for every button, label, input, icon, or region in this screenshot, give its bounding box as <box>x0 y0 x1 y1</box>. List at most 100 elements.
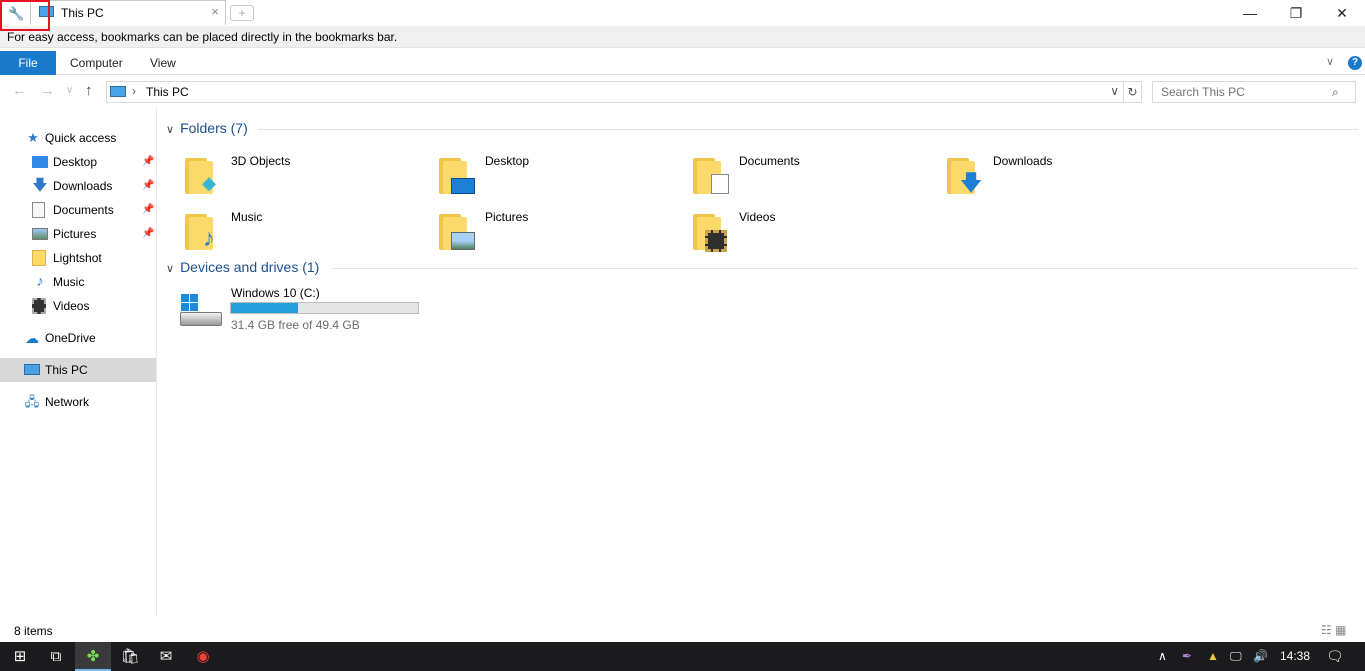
folder-name: Music <box>231 210 263 224</box>
address-bar[interactable]: › This PC ∨ <box>106 81 1124 103</box>
folders-group-header[interactable]: ∨ Folders (7) <box>166 120 248 142</box>
tools-button[interactable]: 🔧 <box>0 0 50 31</box>
folder-name: Pictures <box>485 210 529 224</box>
show-hidden-icons-icon[interactable]: ∧ <box>1158 642 1167 671</box>
folder-documents[interactable]: Documents <box>666 152 916 202</box>
sidebar-item-quick-access[interactable]: ★ Quick access <box>0 126 156 150</box>
bookmarks-bar-message: For easy access, bookmarks can be placed… <box>7 30 398 44</box>
back-arrow-icon[interactable]: ← <box>12 82 27 99</box>
drive-name: Windows 10 (C:) <box>231 286 320 300</box>
ribbon-tab-file[interactable]: File <box>0 51 56 75</box>
devices-group-header[interactable]: ∨ Devices and drives (1) <box>166 259 319 281</box>
pin-icon[interactable]: 📌 <box>142 150 154 174</box>
pin-icon[interactable]: 📌 <box>142 222 154 246</box>
star-icon: ★ <box>27 130 39 145</box>
restore-button[interactable]: ❐ <box>1273 0 1319 26</box>
sidebar-item-network[interactable]: 🖧 Network <box>0 390 156 414</box>
network-status-icon[interactable]: 🖵 <box>1230 642 1242 671</box>
windows-start-icon[interactable]: ⊞ <box>2 642 38 671</box>
notifications-icon[interactable]: 🗨 <box>1326 642 1344 671</box>
folder-3d-objects[interactable]: ◆ 3D Objects <box>158 152 408 202</box>
close-button[interactable]: ✕ <box>1319 0 1365 26</box>
search-icon[interactable]: ⌕ <box>1332 85 1339 100</box>
folder-desktop[interactable]: Desktop <box>412 152 662 202</box>
breadcrumb-separator: › <box>132 84 136 98</box>
folder-name: Downloads <box>993 154 1053 168</box>
forward-arrow-icon[interactable]: → <box>40 82 55 99</box>
breadcrumb-this-pc[interactable]: This PC <box>146 85 189 99</box>
tab-this-pc[interactable]: This PC × <box>30 0 226 25</box>
folder-name: Desktop <box>485 154 530 168</box>
tab-bar: This PC × 🔧 + — ❐ ✕ <box>0 0 1365 31</box>
pin-icon[interactable]: 📌 <box>142 198 154 222</box>
ribbon: File Computer View ∨ ? <box>0 51 1365 75</box>
folder-icon <box>439 158 475 194</box>
search-input[interactable] <box>1152 81 1356 103</box>
clock-time[interactable]: 14:38 <box>1280 642 1310 671</box>
sidebar-item-desktop[interactable]: Desktop 📌 <box>0 150 156 174</box>
group-divider <box>333 268 1358 269</box>
up-arrow-icon[interactable]: ↑ <box>85 82 93 99</box>
volume-icon[interactable]: 🔊 <box>1253 642 1268 671</box>
folder-pictures[interactable]: Pictures <box>412 208 662 258</box>
tab-close-icon[interactable]: × <box>211 4 219 19</box>
folders-group-title: Folders (7) <box>180 120 248 136</box>
sidebar-item-label: Videos <box>53 299 90 313</box>
folder-videos[interactable]: Videos <box>666 208 916 258</box>
sidebar-item-music[interactable]: ♪ Music <box>0 270 156 294</box>
folder-icon: 🡇 <box>947 158 982 194</box>
store-icon[interactable]: 🛍 <box>112 642 148 671</box>
pin-icon[interactable]: 📌 <box>142 174 154 198</box>
film-icon <box>32 298 46 314</box>
folder-downloads[interactable]: 🡇 Downloads <box>920 152 1170 202</box>
sidebar-item-lightshot[interactable]: Lightshot <box>0 246 156 270</box>
taskbar: ⊞ ⧉ ✤ 🛍 ✉ ◉ ∧ ✒ ▲ 🖵 🔊 14:38 🗨 <box>0 642 1365 671</box>
ribbon-expand-icon[interactable]: ∨ <box>1326 55 1334 68</box>
computer-icon <box>24 364 40 375</box>
minimize-button[interactable]: — <box>1227 0 1273 26</box>
computer-icon <box>110 86 126 97</box>
clover-app-icon[interactable]: ✤ <box>75 642 111 671</box>
chevron-down-icon[interactable]: ∨ <box>1110 84 1119 98</box>
pictures-icon <box>32 228 48 240</box>
status-bar: 8 items ☷ ▦ <box>0 620 1365 642</box>
drive-c[interactable]: Windows 10 (C:) 31.4 GB free of 49.4 GB <box>178 286 438 336</box>
feather-icon[interactable]: ✒ <box>1182 642 1192 671</box>
cube-icon: ◆ <box>202 173 216 193</box>
ribbon-tab-view[interactable]: View <box>150 51 176 75</box>
folder-music[interactable]: ♪ Music <box>158 208 408 258</box>
sidebar-item-documents[interactable]: Documents 📌 <box>0 198 156 222</box>
folder-icon: ◆ <box>185 158 216 194</box>
help-icon[interactable]: ? <box>1348 56 1362 70</box>
folder-icon <box>32 250 46 266</box>
folder-name: 3D Objects <box>231 154 291 168</box>
ribbon-tab-computer[interactable]: Computer <box>70 51 123 75</box>
sidebar-item-downloads[interactable]: 🡇 Downloads 📌 <box>0 174 156 198</box>
download-arrow-icon: 🡇 <box>959 170 983 195</box>
chrome-icon[interactable]: ◉ <box>185 642 221 671</box>
chevron-down-icon: ∨ <box>166 124 175 136</box>
devices-group-title: Devices and drives (1) <box>180 259 320 275</box>
download-arrow-icon: 🡇 <box>32 177 48 194</box>
new-tab-button[interactable]: + <box>230 5 254 21</box>
sidebar-item-label: Lightshot <box>53 251 102 265</box>
task-view-icon[interactable]: ⧉ <box>38 642 74 671</box>
mail-icon[interactable]: ✉ <box>148 642 184 671</box>
sidebar-item-pictures[interactable]: Pictures 📌 <box>0 222 156 246</box>
view-toggle-icons[interactable]: ☷ ▦ <box>1321 623 1346 637</box>
recent-locations-icon[interactable]: ∨ <box>66 85 73 96</box>
sidebar-item-label: OneDrive <box>45 331 96 345</box>
folder-icon <box>439 214 475 250</box>
sidebar-item-label: Downloads <box>53 179 113 193</box>
sidebar-item-this-pc[interactable]: This PC <box>0 358 156 382</box>
music-note-icon: ♪ <box>203 225 215 252</box>
refresh-icon[interactable]: ↻ <box>1124 81 1142 103</box>
sidebar-item-videos[interactable]: Videos <box>0 294 156 318</box>
app-tray-icon[interactable]: ▲ <box>1207 642 1219 671</box>
item-count: 8 items <box>14 624 53 638</box>
music-note-icon: ♪ <box>36 273 44 290</box>
document-icon <box>32 202 45 218</box>
pictures-icon <box>451 228 475 250</box>
sidebar-item-onedrive[interactable]: ☁ OneDrive <box>0 326 156 350</box>
bookmarks-bar: For easy access, bookmarks can be placed… <box>0 26 1365 48</box>
